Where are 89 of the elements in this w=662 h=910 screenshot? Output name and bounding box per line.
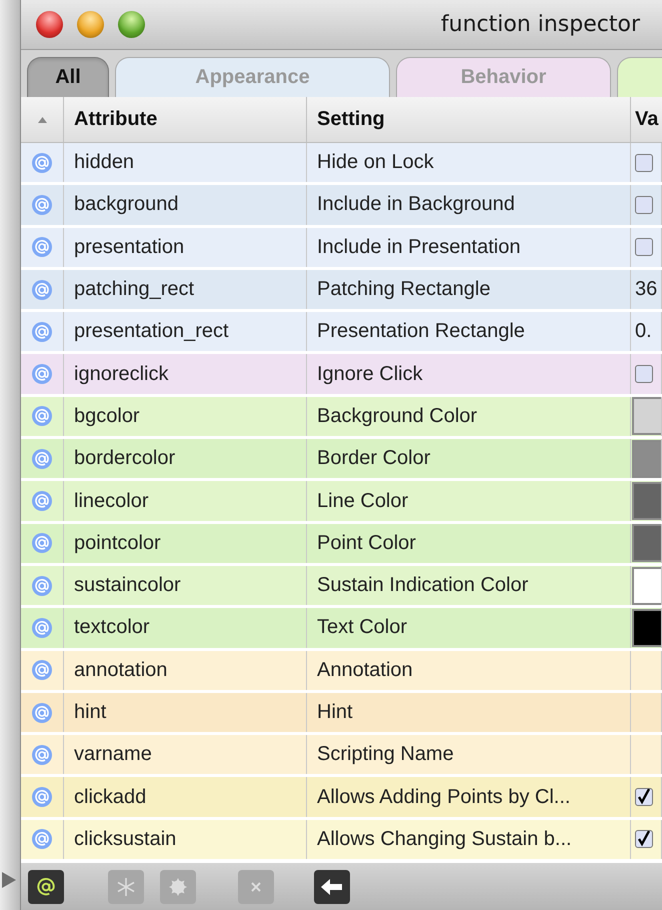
minimize-button[interactable] [77, 11, 104, 38]
at-sign-icon [32, 448, 52, 469]
back-button[interactable] [314, 870, 350, 904]
snowflake-icon [116, 876, 136, 896]
table-cell: Ignore Click [307, 354, 631, 394]
table-row[interactable]: textcolor Text Color [21, 608, 662, 651]
table-cell: Presentation Rectangle [307, 312, 631, 352]
at-sign-icon [32, 787, 52, 808]
table-cell: sustaincolor [64, 566, 307, 606]
table-cell: Border Color [307, 439, 631, 478]
table-cell: presentation [64, 228, 307, 267]
table-cell: Text Color [307, 608, 631, 648]
table-cell: varname [64, 735, 307, 774]
table-cell: Background Color [307, 396, 631, 436]
at-sign-icon [32, 533, 52, 554]
at-sign-icon [32, 322, 52, 342]
table-cell: 36 [635, 278, 658, 302]
table-row[interactable]: sustaincolor Sustain Indication Color [21, 566, 662, 608]
table-cell: annotation [64, 650, 307, 690]
at-sign-icon [32, 237, 52, 258]
table-row[interactable]: presentation Include in Presentation [21, 228, 662, 270]
at-sign-icon [32, 152, 52, 173]
table-cell: clicksustain [64, 820, 307, 860]
table-row[interactable]: clickadd Allows Adding Points by Cl... [21, 777, 662, 820]
checkbox[interactable] [635, 365, 653, 384]
tab[interactable] [617, 57, 662, 97]
table-cell: Sustain Indication Color [307, 566, 631, 606]
table-row[interactable]: background Include in Background [21, 185, 662, 228]
table-cell: textcolor [64, 608, 307, 648]
at-sign-icon [32, 829, 52, 850]
table-row[interactable]: bordercolor Border Color [21, 439, 662, 482]
table-cell: patching_rect [64, 270, 307, 310]
table-row[interactable]: pointcolor Point Color [21, 524, 662, 566]
checkbox[interactable] [635, 154, 653, 172]
column-header[interactable]: Setting [307, 97, 631, 142]
table-cell: background [64, 185, 307, 225]
table-row[interactable]: ignoreclick Ignore Click [21, 354, 662, 397]
table-cell: Scripting Name [307, 735, 631, 774]
at-sign-icon [32, 194, 52, 215]
checkbox[interactable] [635, 788, 653, 806]
table-cell: hidden [64, 143, 307, 182]
at-sign-icon [32, 364, 52, 384]
pointer-arrow-icon [2, 872, 16, 888]
at-sign-icon [32, 744, 52, 765]
checkbox[interactable] [635, 238, 653, 256]
table-row[interactable]: hidden Hide on Lock [21, 143, 662, 186]
table-cell: 0. [635, 320, 652, 344]
table-cell: bgcolor [64, 396, 307, 436]
at-sign-icon [32, 406, 52, 426]
at-sign-icon [32, 491, 52, 512]
table-cell: hint [64, 692, 307, 732]
at-sign-button[interactable] [28, 870, 64, 904]
table-cell: Include in Background [307, 185, 631, 225]
table-row[interactable]: varname Scripting Name [21, 735, 662, 778]
table-cell: Allows Changing Sustain b... [307, 820, 631, 860]
close-button[interactable] [36, 11, 63, 38]
table-cell: Allows Adding Points by Cl... [307, 777, 631, 817]
table-row[interactable]: annotation Annotation [21, 650, 662, 693]
table-row[interactable]: linecolor Line Color [21, 481, 662, 524]
table-cell: Annotation [307, 650, 631, 690]
tab[interactable]: All [27, 57, 109, 97]
table-cell: clickadd [64, 777, 307, 817]
zoom-button[interactable] [118, 11, 145, 38]
table-cell: Line Color [307, 481, 631, 521]
window-title: function inspector [440, 12, 640, 37]
table-cell: Patching Rectangle [307, 270, 631, 310]
table-cell: Include in Presentation [307, 228, 631, 267]
at-sign-icon [32, 702, 52, 722]
table-row[interactable]: presentation_rect Presentation Rectangle 0. [21, 312, 662, 354]
table-cell: Point Color [307, 524, 631, 563]
back-arrow-icon [321, 878, 343, 894]
table-cell: pointcolor [64, 524, 307, 563]
at-sign-icon [32, 576, 52, 596]
column-header[interactable]: Va [631, 97, 662, 142]
close-icon [250, 880, 262, 892]
at-sign-icon [32, 280, 52, 300]
at-sign-icon [32, 618, 52, 638]
table-cell: bordercolor [64, 439, 307, 478]
table-cell: Hide on Lock [307, 143, 631, 182]
gear-icon [168, 876, 188, 896]
table-cell: presentation_rect [64, 312, 307, 352]
at-sign-icon [32, 660, 52, 680]
at-sign-icon [35, 876, 57, 898]
table-cell: Hint [307, 692, 631, 732]
table-cell: ignoreclick [64, 354, 307, 394]
checkbox[interactable] [635, 830, 653, 848]
table-cell: linecolor [64, 481, 307, 521]
column-header[interactable]: Attribute [64, 97, 307, 142]
checkbox[interactable] [635, 196, 653, 214]
